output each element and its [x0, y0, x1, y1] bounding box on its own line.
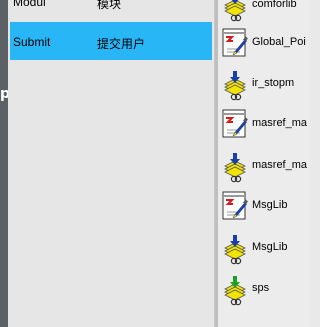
- file-item-label: Global_Poi: [252, 36, 306, 48]
- form-icon: [222, 191, 249, 220]
- left-sidebar-strip: p: [0, 0, 10, 327]
- file-item[interactable]: masref_ma: [218, 148, 309, 184]
- table-cell-name: Modul: [13, 0, 46, 9]
- file-item-label: masref_ma: [252, 117, 308, 129]
- library-down-green-icon: [220, 271, 250, 307]
- file-item[interactable]: sps: [218, 271, 309, 307]
- table-cell-desc: 模块: [97, 0, 122, 11]
- library-down-icon: [220, 148, 250, 184]
- property-table: Modul 模块 Submit 提交用户: [8, 0, 214, 327]
- file-item[interactable]: ir_stopm: [218, 66, 309, 102]
- file-item-label: sps: [252, 282, 270, 294]
- library-down-icon: [220, 0, 250, 23]
- library-down-icon: [220, 230, 250, 266]
- file-item-label: comforlib: [252, 0, 297, 10]
- file-item-label: MsgLib: [252, 199, 288, 211]
- form-icon: [222, 109, 249, 138]
- table-cell-name: Submit: [13, 35, 51, 49]
- table-cell-desc: 提交用户: [97, 37, 146, 51]
- file-list: comforlib Global_Poi ir_stopm masref_ma …: [218, 0, 309, 327]
- file-item-label: MsgLib: [252, 241, 288, 253]
- file-item[interactable]: masref_ma: [218, 106, 309, 142]
- library-down-icon: [220, 66, 250, 102]
- file-item-label: ir_stopm: [252, 77, 295, 89]
- file-item[interactable]: Global_Poi: [218, 25, 309, 61]
- table-row-selected[interactable]: Submit 提交用户: [10, 22, 212, 60]
- form-icon: [222, 28, 249, 57]
- file-item-label: masref_ma: [252, 159, 308, 171]
- file-item[interactable]: comforlib: [218, 0, 309, 23]
- file-item[interactable]: MsgLib: [218, 230, 309, 266]
- table-row[interactable]: Modul 模块: [10, 0, 212, 11]
- file-item[interactable]: MsgLib: [218, 188, 309, 224]
